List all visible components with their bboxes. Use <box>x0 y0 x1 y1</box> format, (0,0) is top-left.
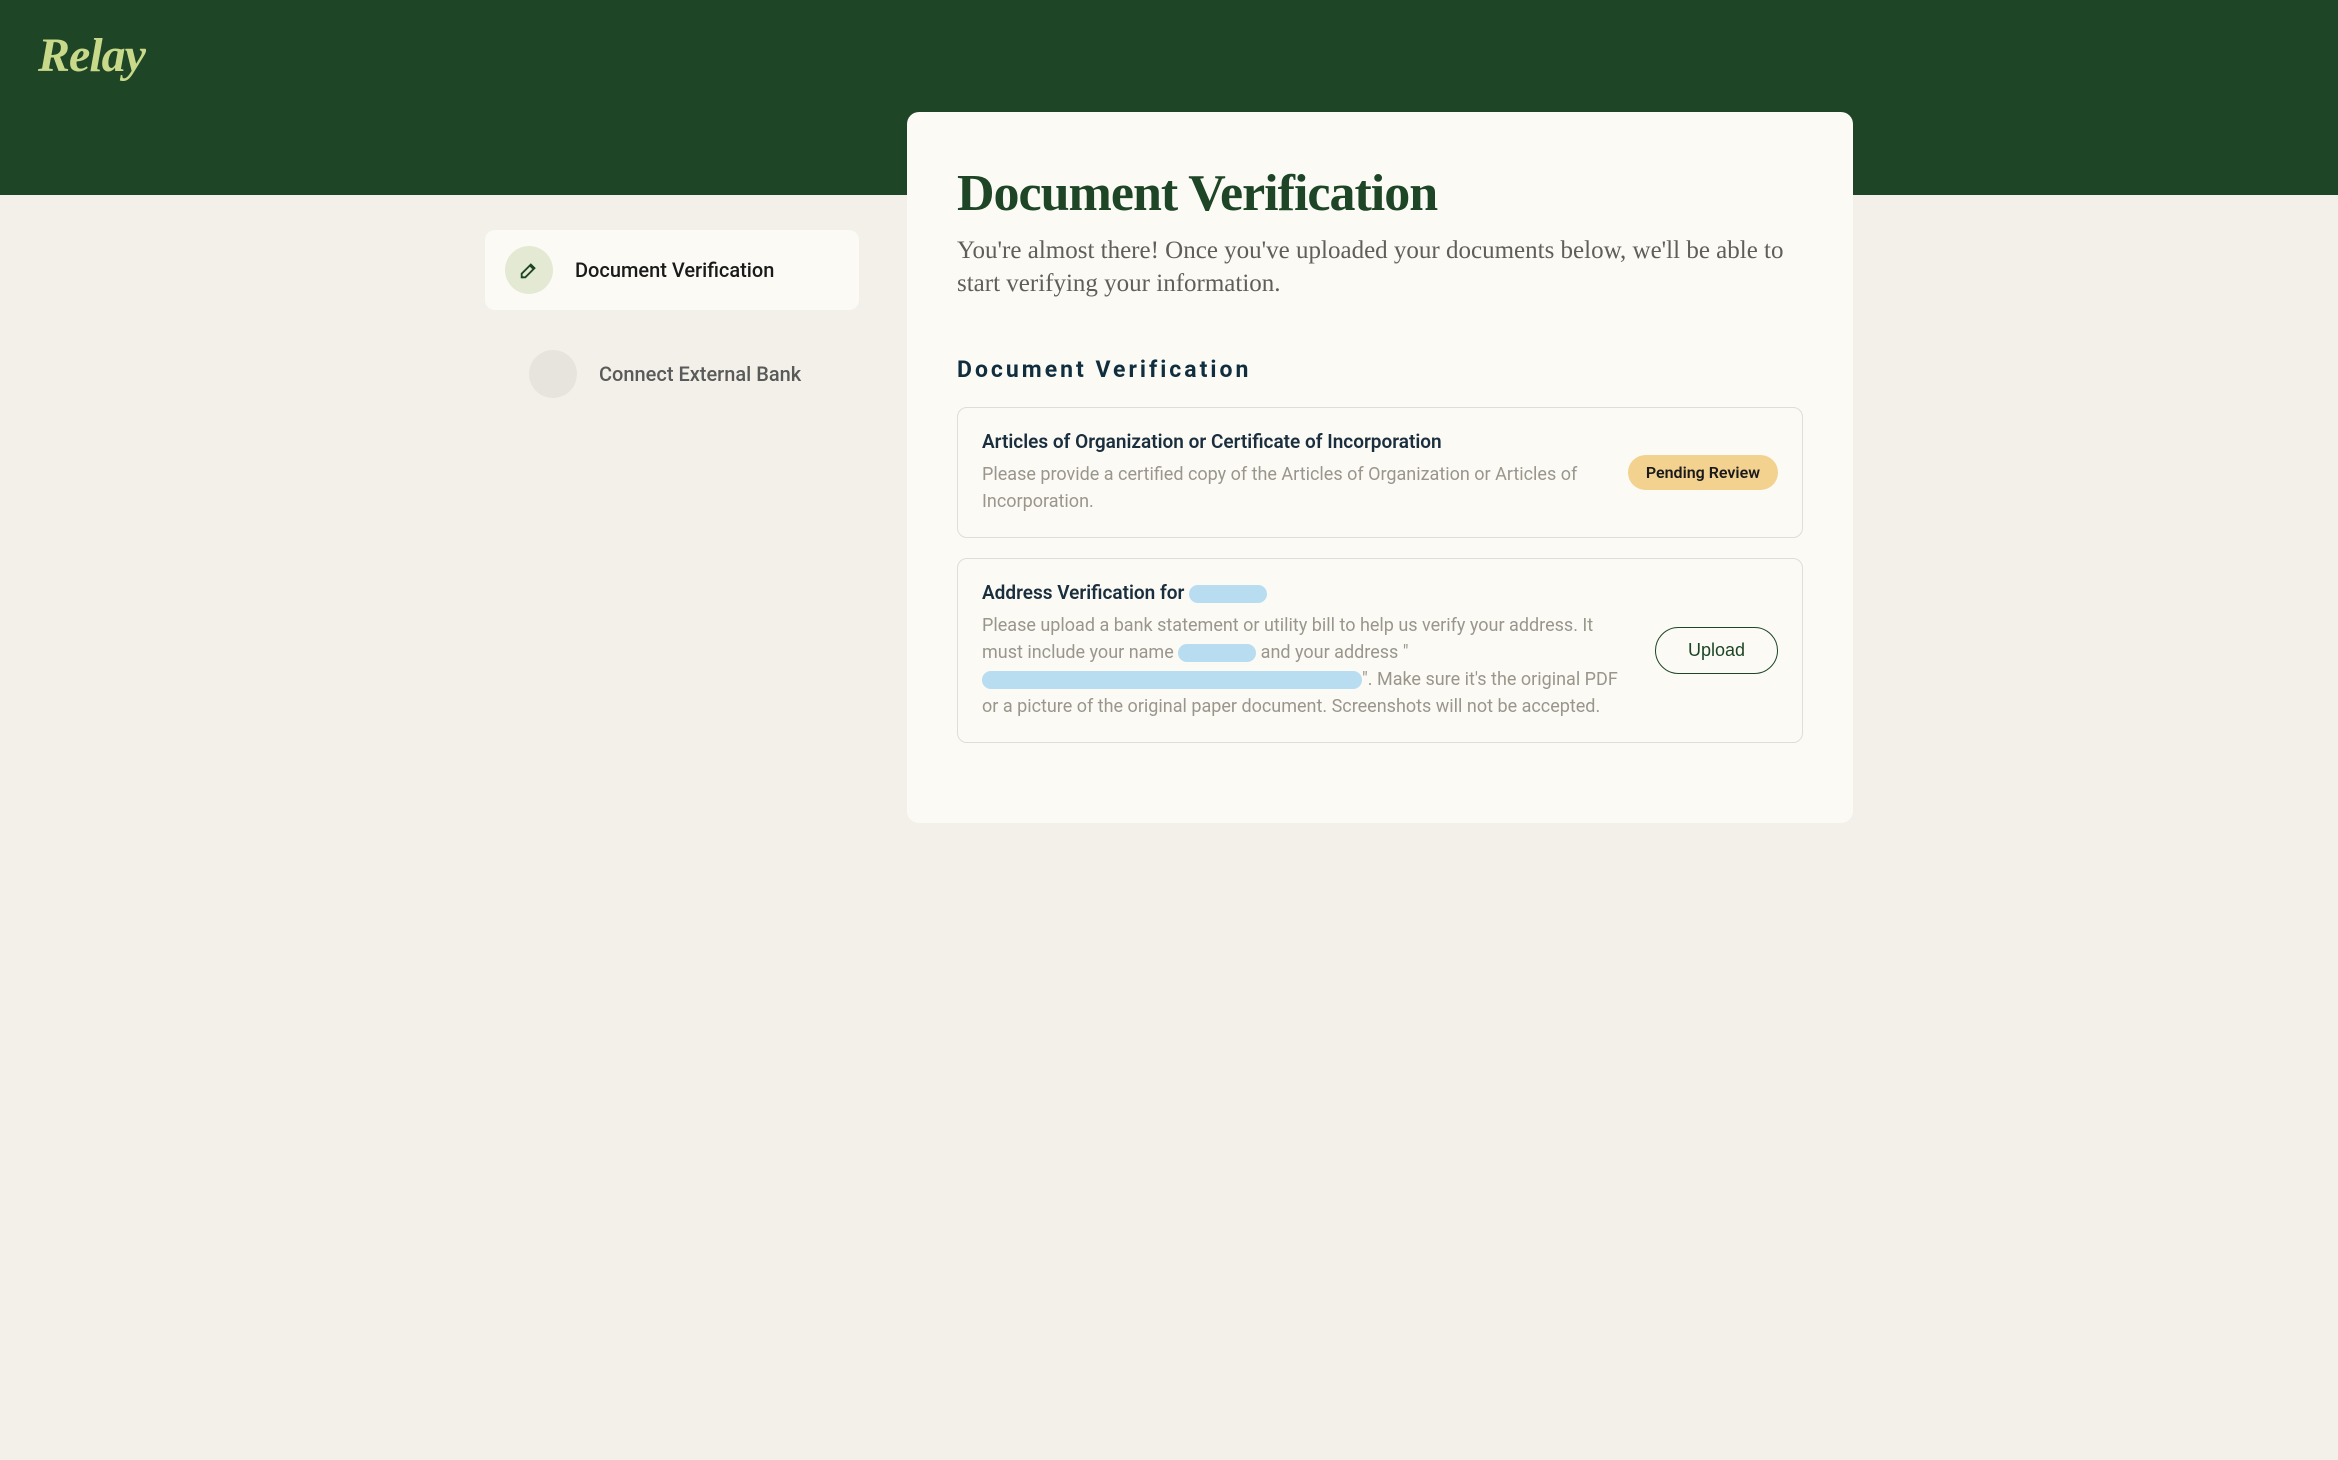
upload-button[interactable]: Upload <box>1655 627 1778 674</box>
main-card: Document Verification You're almost ther… <box>907 112 1853 823</box>
sidebar-item-connect-external-bank[interactable]: Connect External Bank <box>509 334 835 414</box>
redacted-name-title <box>1189 585 1267 603</box>
status-badge-pending: Pending Review <box>1628 455 1778 490</box>
edit-icon <box>518 259 540 281</box>
document-card-articles: Articles of Organization or Certificate … <box>957 407 1803 538</box>
document-description: Please provide a certified copy of the A… <box>982 461 1604 515</box>
document-title: Articles of Organization or Certificate … <box>982 430 1604 453</box>
document-info: Articles of Organization or Certificate … <box>982 430 1604 515</box>
document-description: Please upload a bank statement or utilit… <box>982 612 1631 720</box>
page-subtitle: You're almost there! Once you've uploade… <box>957 235 1803 300</box>
sidebar-icon-circle <box>505 246 553 294</box>
document-info: Address Verification for Please upload a… <box>982 581 1631 720</box>
content-wrapper: Document Verification Connect External B… <box>439 0 1899 823</box>
document-card-address: Address Verification for Please upload a… <box>957 558 1803 743</box>
redacted-address <box>982 671 1362 689</box>
redacted-name <box>1178 644 1256 662</box>
logo-text: Relay <box>38 29 145 82</box>
sidebar: Document Verification Connect External B… <box>485 112 859 823</box>
document-title-prefix: Address Verification for <box>982 581 1184 604</box>
logo: Relay <box>38 28 145 83</box>
sidebar-item-label: Connect External Bank <box>599 362 801 386</box>
sidebar-item-document-verification[interactable]: Document Verification <box>485 230 859 310</box>
sidebar-icon-circle-empty <box>529 350 577 398</box>
page-title: Document Verification <box>957 164 1803 223</box>
sidebar-item-label: Document Verification <box>575 258 774 282</box>
document-title: Address Verification for <box>982 581 1631 604</box>
description-part2: and your address " <box>1256 642 1408 663</box>
section-heading: Document Verification <box>957 356 1803 383</box>
